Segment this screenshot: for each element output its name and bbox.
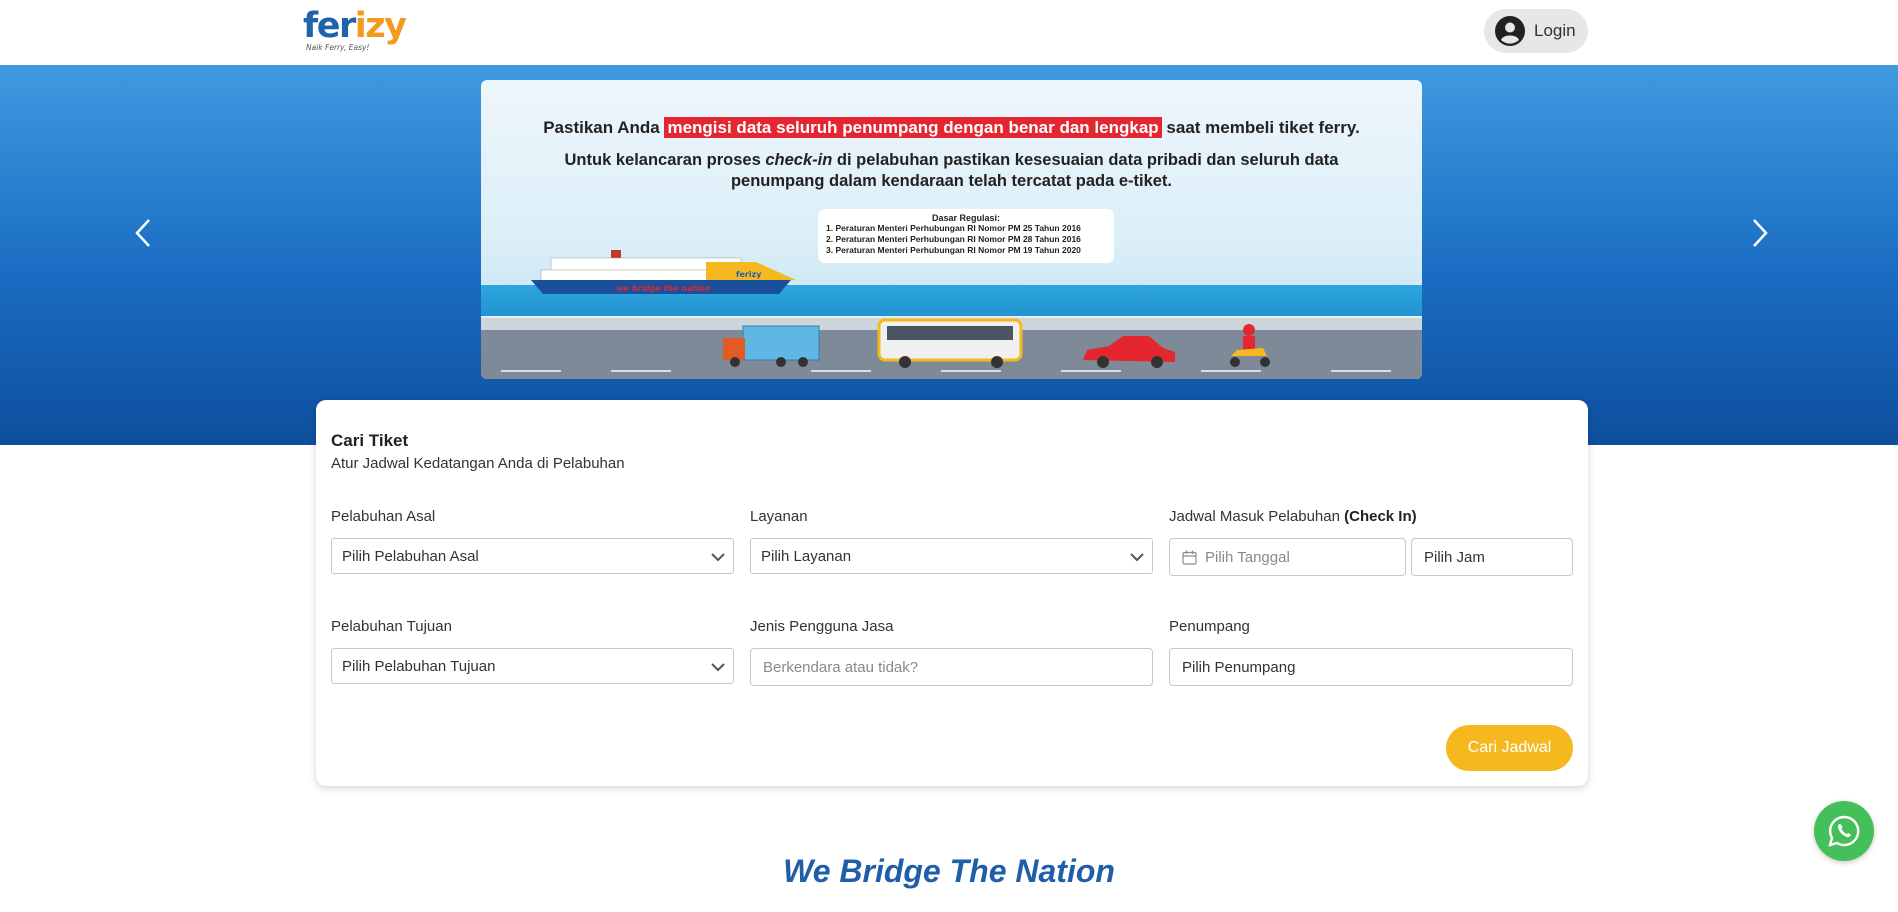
tagline-heading: We Bridge The Nation	[783, 853, 1115, 889]
search-ticket-card: Cari Tiket Atur Jadwal Kedatangan Anda d…	[316, 400, 1588, 786]
card-subtitle: Atur Jadwal Kedatangan Anda di Pelabuhan	[331, 455, 625, 472]
origin-label: Pelabuhan Asal	[331, 508, 436, 525]
bus-illustration	[877, 318, 1023, 368]
destination-label: Pelabuhan Tujuan	[331, 618, 452, 635]
search-schedule-button[interactable]: Cari Jadwal	[1446, 725, 1573, 771]
regulation-item: 1. Peraturan Menteri Perhubungan RI Nomo…	[826, 223, 1081, 233]
passenger-value: Pilih Penumpang	[1182, 658, 1296, 676]
service-select[interactable]: Pilih Layanan	[750, 538, 1153, 574]
regulation-title: Dasar Regulasi:	[931, 213, 1001, 223]
chevron-down-icon	[711, 553, 725, 562]
regulation-box: Dasar Regulasi: 1. Peraturan Menteri Per…	[818, 209, 1114, 263]
whatsapp-button[interactable]	[1814, 801, 1874, 861]
chevron-right-icon	[1753, 219, 1768, 247]
car-illustration	[1083, 336, 1175, 368]
logo-wordmark: ferizy	[303, 6, 407, 46]
login-label: Login	[1534, 21, 1576, 40]
passenger-input[interactable]: Pilih Penumpang	[1169, 648, 1573, 686]
ferizy-logo[interactable]: ferizy Naik Ferry, Easy!	[303, 6, 407, 52]
user-type-label: Jenis Pengguna Jasa	[750, 618, 894, 635]
service-label: Layanan	[750, 508, 808, 525]
carousel-slide[interactable]: Pastikan Anda mengisi data seluruh penum…	[481, 80, 1422, 379]
promo-banner: Pastikan Anda mengisi data seluruh penum…	[0, 65, 1898, 445]
origin-select[interactable]: Pilih Pelabuhan Asal	[331, 538, 734, 574]
date-picker-input[interactable]: Pilih Tanggal	[1169, 538, 1406, 576]
origin-select-value: Pilih Pelabuhan Asal	[342, 547, 479, 565]
slide-highlight: mengisi data seluruh penumpang dengan be…	[664, 117, 1162, 138]
schedule-label: Jadwal Masuk Pelabuhan (Check In)	[1169, 508, 1417, 525]
scooter-illustration	[1230, 324, 1270, 367]
user-circle-icon	[1495, 16, 1525, 46]
user-type-placeholder: Berkendara atau tidak?	[763, 658, 919, 676]
calendar-icon	[1182, 550, 1197, 565]
svg-text:we bridge the nation: we bridge the nation	[616, 284, 711, 293]
chevron-down-icon	[711, 663, 725, 672]
date-placeholder: Pilih Tanggal	[1205, 548, 1290, 566]
card-title: Cari Tiket	[331, 431, 409, 450]
destination-select-value: Pilih Pelabuhan Tujuan	[342, 657, 496, 675]
time-picker-input[interactable]: Pilih Jam	[1411, 538, 1573, 576]
regulation-item: 2. Peraturan Menteri Perhubungan RI Nomo…	[826, 234, 1081, 244]
user-type-input[interactable]: Berkendara atau tidak?	[750, 648, 1153, 686]
regulation-item: 3. Peraturan Menteri Perhubungan RI Nomo…	[826, 245, 1081, 255]
destination-select[interactable]: Pilih Pelabuhan Tujuan	[331, 648, 734, 684]
slide-body: Untuk kelancaran proses check-in di pela…	[564, 151, 1339, 190]
truck-illustration	[723, 325, 820, 367]
ferry-illustration: we bridge the nation ferizy	[531, 250, 796, 294]
site-header: ferizy Naik Ferry, Easy! Login	[0, 0, 1898, 65]
whatsapp-icon	[1828, 815, 1860, 847]
slide-headline: Pastikan Anda mengisi data seluruh penum…	[543, 117, 1360, 138]
service-select-value: Pilih Layanan	[761, 547, 852, 565]
chevron-left-icon	[135, 219, 150, 247]
chevron-down-icon	[1130, 553, 1144, 562]
carousel-prev-button[interactable]	[123, 213, 163, 253]
time-value: Pilih Jam	[1424, 548, 1485, 566]
login-button[interactable]: Login	[1484, 9, 1588, 53]
passenger-label: Penumpang	[1169, 618, 1250, 635]
svg-text:ferizy: ferizy	[736, 270, 762, 279]
carousel-next-button[interactable]	[1740, 213, 1780, 253]
